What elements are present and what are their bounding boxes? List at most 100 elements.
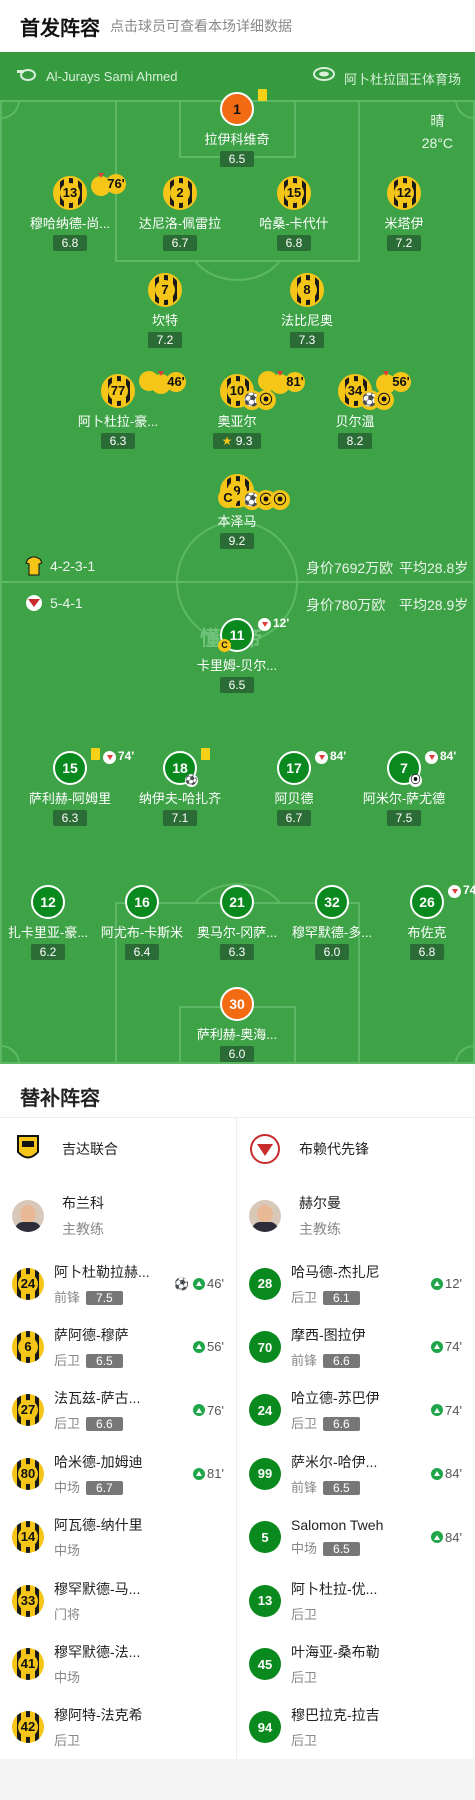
substitute-row[interactable]: 27 法瓦兹-萨古... 后卫 6.6 76' [0, 1379, 236, 1442]
sub-position-line: 后卫 6.6 [291, 1413, 401, 1432]
sub-in-marker: 81' [193, 1466, 224, 1481]
sub-position: 后卫 [291, 1606, 318, 1622]
substitute-row[interactable]: 14 阿瓦德-纳什里 中场 [0, 1506, 236, 1569]
sub-name: 阿瓦德-纳什里 [54, 1517, 143, 1534]
player-name: 萨利赫-阿姆里 [28, 791, 112, 806]
substitute-row[interactable]: 24 哈立德-苏巴伊 后卫 6.6 74' [237, 1379, 474, 1442]
sub-name: 穆罕默德-法... [54, 1644, 141, 1661]
home-player[interactable]: 77 46' 阿卜杜拉-豪... 6.3 [58, 371, 186, 450]
home-team-summary: 4-2-3-1 身价7692万欧 平均28.8岁 [0, 552, 475, 582]
sub-position-line: 中场 6.7 [54, 1477, 164, 1496]
home-coach[interactable]: 布兰科 主教练 [0, 1180, 236, 1252]
away-team-logo-icon [26, 595, 42, 611]
coach-role: 主教练 [299, 1221, 341, 1237]
substitute-row[interactable]: 70 摩西-图拉伊 前锋 6.6 74' [237, 1315, 474, 1378]
lineup-subtitle: 点击球员可查看本场详细数据 [110, 18, 292, 34]
substitute-row[interactable]: 80 哈米德-加姆迪 中场 6.7 81' [0, 1442, 236, 1505]
home-team-header[interactable]: 吉达联合 [0, 1118, 236, 1180]
home-player[interactable]: 2 达尼洛-佩雷拉 6.7 [120, 176, 240, 252]
home-player[interactable]: 1 拉伊科维奇 6.5 [177, 89, 297, 168]
rating-value: 7.1 [171, 811, 189, 825]
away-player[interactable]: 18 ⚽ 纳伊夫-哈扎齐 7.1 [120, 748, 240, 827]
sub-in-icon [193, 1277, 206, 1290]
sub-out-icon [103, 751, 116, 764]
rating-value: 7.5 [395, 811, 413, 825]
sub-info: 穆巴拉克-拉吉 后卫 [291, 1705, 401, 1749]
substitute-row[interactable]: 42 穆阿特-法克希 后卫 [0, 1696, 236, 1759]
substitute-row[interactable]: 6 萨阿德-穆萨 后卫 6.5 56' [0, 1315, 236, 1378]
player-rating: 6.0 [314, 944, 350, 960]
sub-number-badge: 45 [249, 1648, 281, 1681]
sub-position: 前锋 [291, 1353, 318, 1369]
away-avg-age: 平均28.9岁 [399, 597, 469, 613]
away-player[interactable]: 26 74' 布佐克 6.8 [367, 883, 475, 961]
rating-value: 6.7 [171, 236, 189, 250]
sub-in-marker: 84' [431, 1530, 462, 1545]
sub-position: 中场 [291, 1541, 318, 1557]
sub-position: 后卫 [54, 1353, 81, 1369]
away-player[interactable]: 15 74' 萨利赫-阿姆里 6.3 [10, 748, 134, 827]
sub-info: 穆罕默德-法... 中场 [54, 1642, 164, 1686]
home-player[interactable]: 9 C ⚽ ⦿ ⦿ 本泽马 9.2 [177, 474, 297, 550]
substitute-row[interactable]: 13 阿卜杜拉-优... 后卫 [237, 1569, 474, 1632]
sub-number-badge: 94 [249, 1711, 281, 1744]
player-rating: 7.1 [162, 810, 198, 826]
sub-number: 13 [257, 1593, 273, 1609]
pitch: Al-Jurays Sami Ahmed 阿卜杜拉国王体育场 晴 28°C 懂球… [0, 52, 475, 1064]
away-player[interactable]: 11 12' C 卡里姆-贝尔... 6.5 [177, 616, 297, 694]
player-number: 15 [62, 760, 78, 776]
substitute-row[interactable]: 45 叶海亚-桑布勒 后卫 [237, 1632, 474, 1695]
substitute-row[interactable]: 94 穆巴拉克-拉吉 后卫 [237, 1696, 474, 1759]
substitute-row[interactable]: 28 哈马德-杰扎尼 后卫 6.1 12' [237, 1252, 474, 1315]
home-player[interactable]: 12 米塔伊 7.2 [344, 176, 464, 252]
away-team-header[interactable]: 布赖代先锋 [237, 1118, 474, 1180]
player-number-badge: 8 [290, 273, 324, 307]
home-player[interactable]: 10 81' ⚽ ⦿ 奥亚尔 ★ 9.3 [177, 371, 305, 450]
referee-name: Al-Jurays Sami Ahmed [46, 69, 178, 84]
sub-name: 穆罕默德-马... [54, 1580, 141, 1597]
player-number: 32 [324, 894, 340, 910]
sub-in-icon [193, 1340, 206, 1353]
sub-position-line: 中场 6.5 [291, 1538, 401, 1557]
sub-in-icon [193, 1404, 206, 1417]
player-rating: 6.3 [100, 433, 136, 449]
substitute-row[interactable]: 24 阿卜杜勒拉赫... 前锋 7.5 ⚽ 46' [0, 1252, 236, 1315]
sub-info: 哈立德-苏巴伊后卫 6.6 [291, 1388, 401, 1432]
player-rating: 6.7 [276, 810, 312, 826]
sub-position: 中场 [54, 1543, 81, 1559]
sub-rating: 6.6 [323, 1354, 360, 1369]
rating-value: 8.2 [346, 434, 364, 448]
rating-value: 7.2 [156, 333, 174, 347]
substitute-row[interactable]: 99 萨米尔-哈伊... 前锋 6.5 84' [237, 1442, 474, 1505]
away-player[interactable]: 7 84' ⦿ 阿米尔-萨尤德 7.5 [344, 749, 464, 827]
substitute-row[interactable]: 5 Salomon Tweh 中场 6.5 84' [237, 1506, 474, 1569]
yellow-card-icon [91, 748, 100, 760]
away-player[interactable]: 30 萨利赫-奥海... 6.0 [177, 987, 297, 1063]
away-player[interactable]: 17 84' 阿贝德 6.7 [234, 749, 354, 827]
home-player[interactable]: 8 法比尼奥 7.3 [247, 273, 367, 349]
rating-value: 6.4 [133, 945, 151, 959]
home-player[interactable]: 34 56' ⚽ ⦿ 贝尔温 8.2 [295, 372, 415, 450]
sub-position-line: 前锋 6.5 [291, 1477, 401, 1496]
away-coach[interactable]: 赫尔曼 主教练 [237, 1180, 474, 1252]
sub-rating: 6.5 [323, 1542, 360, 1557]
home-player[interactable]: 13 76' 穆哈纳德-尚... 6.8 [10, 174, 130, 252]
away-market-value: 身价780万欧 [306, 597, 386, 613]
rating-value: 6.2 [39, 945, 57, 959]
sub-name: 哈立德-苏巴伊 [291, 1390, 380, 1407]
sub-info: 法瓦兹-萨古... 后卫 6.6 [54, 1388, 164, 1432]
substitute-row[interactable]: 41 穆罕默德-法... 中场 [0, 1632, 236, 1695]
sub-number-badge: 28 [249, 1267, 281, 1300]
sub-position: 门将 [54, 1606, 81, 1622]
player-number: 18 [172, 760, 188, 776]
sub-number-badge: 13 [249, 1584, 281, 1617]
player-name: 阿米尔-萨尤德 [362, 791, 446, 806]
sub-info: Salomon Tweh 中场 6.5 [291, 1517, 401, 1557]
sub-position-line: 前锋 7.5 [54, 1287, 164, 1306]
substitute-row[interactable]: 33 穆罕默德-马... 门将 [0, 1569, 236, 1632]
home-player[interactable]: 7 坎特 7.2 [105, 273, 225, 349]
player-name: 米塔伊 [384, 216, 424, 231]
home-player[interactable]: 15 哈桑-卡代什 6.8 [234, 176, 354, 252]
sub-in-marker: ⚽ 46' [174, 1276, 224, 1291]
sub-number-badge: 14 [12, 1521, 44, 1554]
